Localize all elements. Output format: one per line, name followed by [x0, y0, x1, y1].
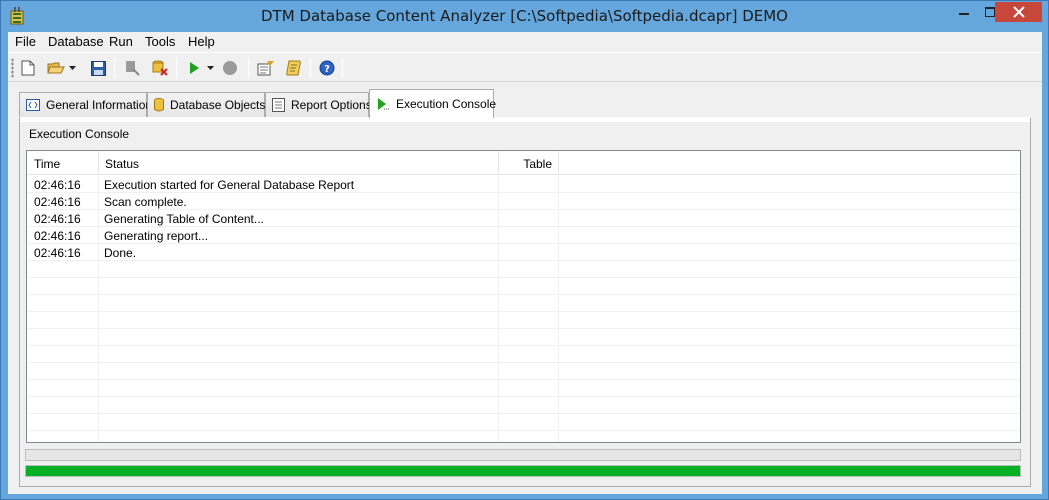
tab-general-information[interactable]: General Information — [19, 92, 152, 117]
menu-bar: File Database Run Tools Help — [8, 32, 1042, 52]
toolbar-separator — [342, 57, 343, 79]
tab-label: General Information — [46, 98, 153, 112]
empty-row — [27, 261, 1020, 278]
list-header: Time Status Table — [27, 151, 1020, 175]
open-dropdown-button[interactable] — [67, 58, 79, 78]
toolbar: ? — [8, 52, 1042, 82]
disconnect-database-icon — [152, 60, 168, 76]
overall-progress-bar — [25, 465, 1021, 477]
empty-row — [27, 363, 1020, 380]
cell-status: Execution started for General Database R… — [104, 178, 355, 192]
list-body: 02:46:16 Execution started for General D… — [27, 176, 1020, 442]
toolbar-separator — [176, 57, 177, 79]
minimize-button[interactable] — [951, 1, 977, 22]
dropdown-arrow-icon — [69, 66, 76, 70]
connect-button[interactable] — [122, 58, 142, 78]
cell-status: Generating Table of Content... — [104, 212, 264, 226]
cell-time: 02:46:16 — [34, 178, 81, 192]
tab-report-options[interactable]: Report Options — [265, 92, 372, 117]
run-dropdown-icon — [207, 66, 214, 70]
report-options-button[interactable] — [256, 58, 276, 78]
script-icon — [286, 60, 301, 76]
execution-console-panel: Execution Console Time Status Table 02:4… — [19, 117, 1031, 487]
new-file-icon — [21, 60, 35, 76]
open-button[interactable] — [46, 58, 66, 78]
console-log-list[interactable]: Time Status Table 02:46:16 Execution sta… — [26, 150, 1021, 443]
save-icon — [90, 60, 106, 76]
column-header-status[interactable]: Status — [99, 151, 499, 175]
window-title: DTM Database Content Analyzer [C:\Softpe… — [261, 7, 788, 25]
menu-help[interactable]: Help — [188, 34, 215, 49]
empty-row — [27, 312, 1020, 329]
title-bar[interactable]: DTM Database Content Analyzer [C:\Softpe… — [1, 1, 1048, 32]
toolbar-grip[interactable] — [11, 58, 14, 78]
panel-edge — [20, 118, 1030, 122]
close-icon — [1012, 6, 1025, 18]
maximize-icon — [985, 6, 995, 17]
menu-run[interactable]: Run — [109, 34, 133, 49]
column-header-time[interactable]: Time — [27, 151, 99, 175]
tab-strip: General Information Database Objects Rep… — [8, 89, 1042, 118]
empty-row — [27, 346, 1020, 363]
panel-title: Execution Console — [29, 127, 130, 141]
stop-icon — [223, 61, 237, 75]
cell-status: Scan complete. — [104, 195, 187, 209]
progress-fill — [26, 466, 1020, 476]
table-row[interactable]: 02:46:16 Scan complete. — [27, 193, 1020, 210]
tab-label: Database Objects — [170, 98, 266, 112]
empty-row — [27, 397, 1020, 414]
connect-database-icon — [126, 61, 140, 76]
console-run-icon — [376, 96, 390, 112]
toolbar-separator — [114, 57, 115, 79]
disconnect-button[interactable] — [150, 58, 170, 78]
toolbar-separator — [310, 57, 311, 79]
svg-text:?: ? — [324, 64, 330, 75]
empty-row — [27, 329, 1020, 346]
app-window: DTM Database Content Analyzer [C:\Softpe… — [0, 0, 1049, 500]
help-icon: ? — [319, 60, 335, 76]
code-icon — [26, 97, 40, 113]
menu-file[interactable]: File — [15, 34, 36, 49]
close-button[interactable] — [995, 2, 1042, 22]
cell-status: Generating report... — [104, 229, 209, 243]
save-button[interactable] — [88, 58, 108, 78]
toolbar-separator — [248, 57, 249, 79]
client-area: File Database Run Tools Help ? General I… — [8, 32, 1042, 494]
empty-row — [27, 380, 1020, 397]
help-button[interactable]: ? — [317, 58, 337, 78]
database-icon — [154, 97, 164, 113]
run-dropdown-button[interactable] — [205, 58, 217, 78]
tab-label: Execution Console — [396, 97, 497, 111]
empty-row — [27, 295, 1020, 312]
cell-time: 02:46:16 — [34, 195, 81, 209]
run-icon — [190, 62, 199, 74]
table-row[interactable]: 02:46:16 Execution started for General D… — [27, 176, 1020, 193]
report-icon — [272, 97, 285, 113]
empty-row — [27, 278, 1020, 295]
minimize-icon — [959, 12, 969, 15]
stop-button[interactable] — [220, 58, 240, 78]
report-options-icon — [257, 61, 274, 76]
cell-time: 02:46:16 — [34, 246, 81, 260]
cell-time: 02:46:16 — [34, 229, 81, 243]
table-row[interactable]: 02:46:16 Done. — [27, 244, 1020, 261]
empty-row — [27, 414, 1020, 431]
table-row[interactable]: 02:46:16 Generating Table of Content... — [27, 210, 1020, 227]
open-folder-icon — [47, 62, 65, 74]
cell-time: 02:46:16 — [34, 212, 81, 226]
new-button[interactable] — [18, 58, 38, 78]
script-button[interactable] — [284, 58, 304, 78]
menu-tools[interactable]: Tools — [145, 34, 175, 49]
run-button[interactable] — [184, 58, 204, 78]
tab-execution-console[interactable]: Execution Console — [369, 89, 497, 118]
column-header-table[interactable]: Table — [499, 151, 559, 175]
table-row[interactable]: 02:46:16 Generating report... — [27, 227, 1020, 244]
cell-status: Done. — [104, 246, 137, 260]
menu-database[interactable]: Database — [48, 34, 104, 49]
table-progress-bar — [25, 449, 1021, 461]
tab-database-objects[interactable]: Database Objects — [147, 92, 265, 117]
tab-label: Report Options — [291, 98, 372, 112]
